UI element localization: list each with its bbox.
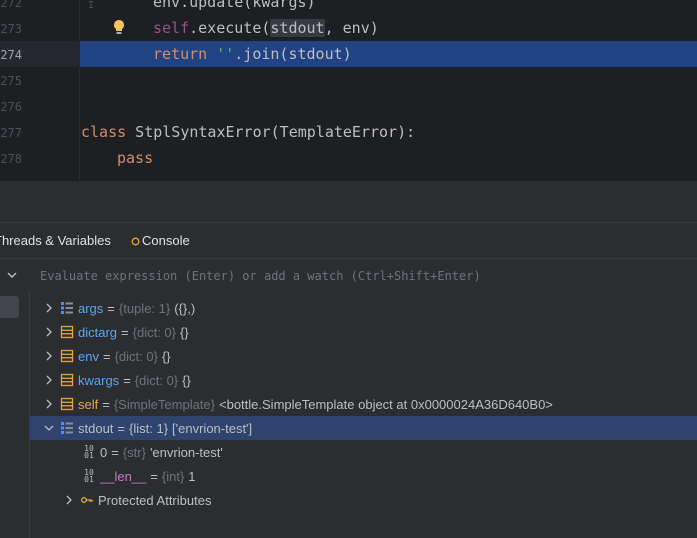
variable-row-args[interactable]: args = {tuple: 1} ({},): [30, 296, 697, 320]
highlighted-identifier: stdout: [270, 19, 325, 37]
equals-sign: =: [102, 348, 111, 364]
code-line-277[interactable]: class StplSyntaxError(TemplateError):: [80, 119, 697, 145]
equals-sign: =: [121, 324, 129, 340]
variable-type: {SimpleTemplate}: [113, 396, 215, 412]
key-icon: [81, 497, 93, 503]
equals-sign: =: [107, 300, 115, 316]
panel-splitter[interactable]: [0, 180, 697, 223]
chevron-right-icon[interactable]: [42, 325, 56, 339]
binary-icon: 10 01: [84, 468, 94, 484]
line-number: 274: [0, 48, 22, 62]
child-type: {str}: [122, 444, 146, 460]
variable-value: <bottle.SimpleTemplate object at 0x00000…: [219, 396, 553, 412]
child-value: 1: [188, 468, 196, 484]
selected-frame[interactable]: [0, 296, 19, 318]
chevron-right-icon[interactable]: [42, 373, 56, 387]
evaluate-bar: [0, 258, 697, 293]
code-line-273[interactable]: self.execute(stdout, env): [80, 15, 697, 41]
code-text: StplSyntaxError(TemplateError):: [126, 123, 416, 141]
equals-sign: =: [123, 372, 131, 388]
variable-value: ['envrion-test']: [172, 420, 253, 436]
variable-value: {}: [161, 348, 171, 364]
dict-icon: [60, 325, 74, 339]
line-number: 273: [0, 22, 22, 36]
pass-keyword: pass: [117, 149, 154, 167]
variable-type: {list: 1}: [129, 420, 169, 436]
equals-sign: =: [150, 468, 158, 484]
chevron-right-icon[interactable]: [42, 301, 56, 315]
code-line-274-current[interactable]: return ''.join(stdout): [80, 41, 697, 67]
equals-sign: =: [102, 396, 110, 412]
self-keyword: self: [153, 19, 190, 37]
variable-row-kwargs[interactable]: kwargs = {dict: 0} {}: [30, 368, 697, 392]
line-number: 278: [0, 152, 22, 166]
equals-sign: =: [111, 444, 119, 460]
code-text: env.update(kwargs): [153, 0, 316, 11]
list-icon: [61, 422, 73, 434]
code-text: .execute(: [189, 19, 271, 37]
code-line-272[interactable]: env.update(kwargs): [80, 0, 697, 15]
dict-icon: [60, 373, 74, 387]
chevron-right-icon[interactable]: [62, 493, 76, 507]
variables-tree[interactable]: args = {tuple: 1} ({},) dictarg = {dict:…: [30, 291, 697, 538]
line-number: 276: [0, 100, 22, 114]
code-editor[interactable]: 272 273 274 275 276 277 278 279 I env.up…: [0, 0, 697, 180]
child-value: 'envrion-test': [149, 444, 223, 460]
protected-attributes-row[interactable]: Protected Attributes: [30, 488, 697, 512]
line-number: 275: [0, 74, 22, 88]
variable-name: kwargs: [78, 372, 120, 388]
code-line-278[interactable]: pass: [80, 145, 697, 171]
chevron-down-icon[interactable]: [42, 421, 56, 435]
variable-name: env: [78, 348, 99, 364]
variable-row-env[interactable]: env = {dict: 0} {}: [30, 344, 697, 368]
tab-threads-variables[interactable]: Threads & Variables: [0, 223, 111, 260]
variable-type: {dict: 0}: [114, 348, 158, 364]
variable-name: stdout: [78, 420, 114, 436]
line-number: 272: [0, 0, 22, 10]
variable-row-self[interactable]: self = {SimpleTemplate} <bottle.SimpleTe…: [30, 392, 697, 416]
tab-console[interactable]: Console: [131, 223, 190, 259]
object-icon: [60, 397, 74, 411]
list-icon: [61, 302, 73, 314]
variable-value: {}: [180, 324, 189, 340]
return-keyword: return: [153, 45, 208, 63]
variable-row-stdout[interactable]: stdout = {list: 1} ['envrion-test']: [30, 416, 697, 440]
chevron-down-icon[interactable]: [6, 269, 18, 281]
variable-value: {}: [182, 372, 191, 388]
evaluate-expression-input[interactable]: [30, 259, 697, 293]
variable-name: args: [78, 300, 104, 316]
variable-type: {dict: 0}: [134, 372, 179, 388]
class-keyword: class: [81, 123, 127, 141]
child-type: {int}: [161, 468, 185, 484]
child-name: 0: [100, 444, 108, 460]
console-icon: [131, 237, 140, 245]
variable-value: ({},): [174, 300, 196, 316]
equals-sign: =: [117, 420, 126, 436]
dict-icon: [60, 349, 74, 363]
child-name: __len__: [100, 468, 147, 484]
frames-column[interactable]: [0, 291, 30, 538]
variable-name: self: [78, 396, 99, 412]
protected-attributes-label: Protected Attributes: [98, 492, 212, 508]
variable-type: {dict: 0}: [132, 324, 176, 340]
tab-console-label: Console: [142, 233, 190, 248]
variable-name: dictarg: [78, 324, 118, 340]
line-number: 277: [0, 126, 22, 140]
child-row-len[interactable]: 10 01 __len__ = {int} 1: [30, 464, 697, 488]
chevron-right-icon[interactable]: [42, 397, 56, 411]
binary-icon: 10 01: [84, 444, 94, 460]
code-text: , env): [324, 19, 379, 37]
code-text: .join(stdout): [234, 45, 352, 63]
debug-tabs: Threads & Variables Console: [0, 222, 697, 260]
variable-row-dictarg[interactable]: dictarg = {dict: 0} {}: [30, 320, 697, 344]
variable-type: {tuple: 1}: [118, 300, 171, 316]
child-row-0[interactable]: 10 01 0 = {str} 'envrion-test': [30, 440, 697, 464]
chevron-right-icon[interactable]: [42, 349, 56, 363]
string-literal: '': [216, 45, 235, 63]
